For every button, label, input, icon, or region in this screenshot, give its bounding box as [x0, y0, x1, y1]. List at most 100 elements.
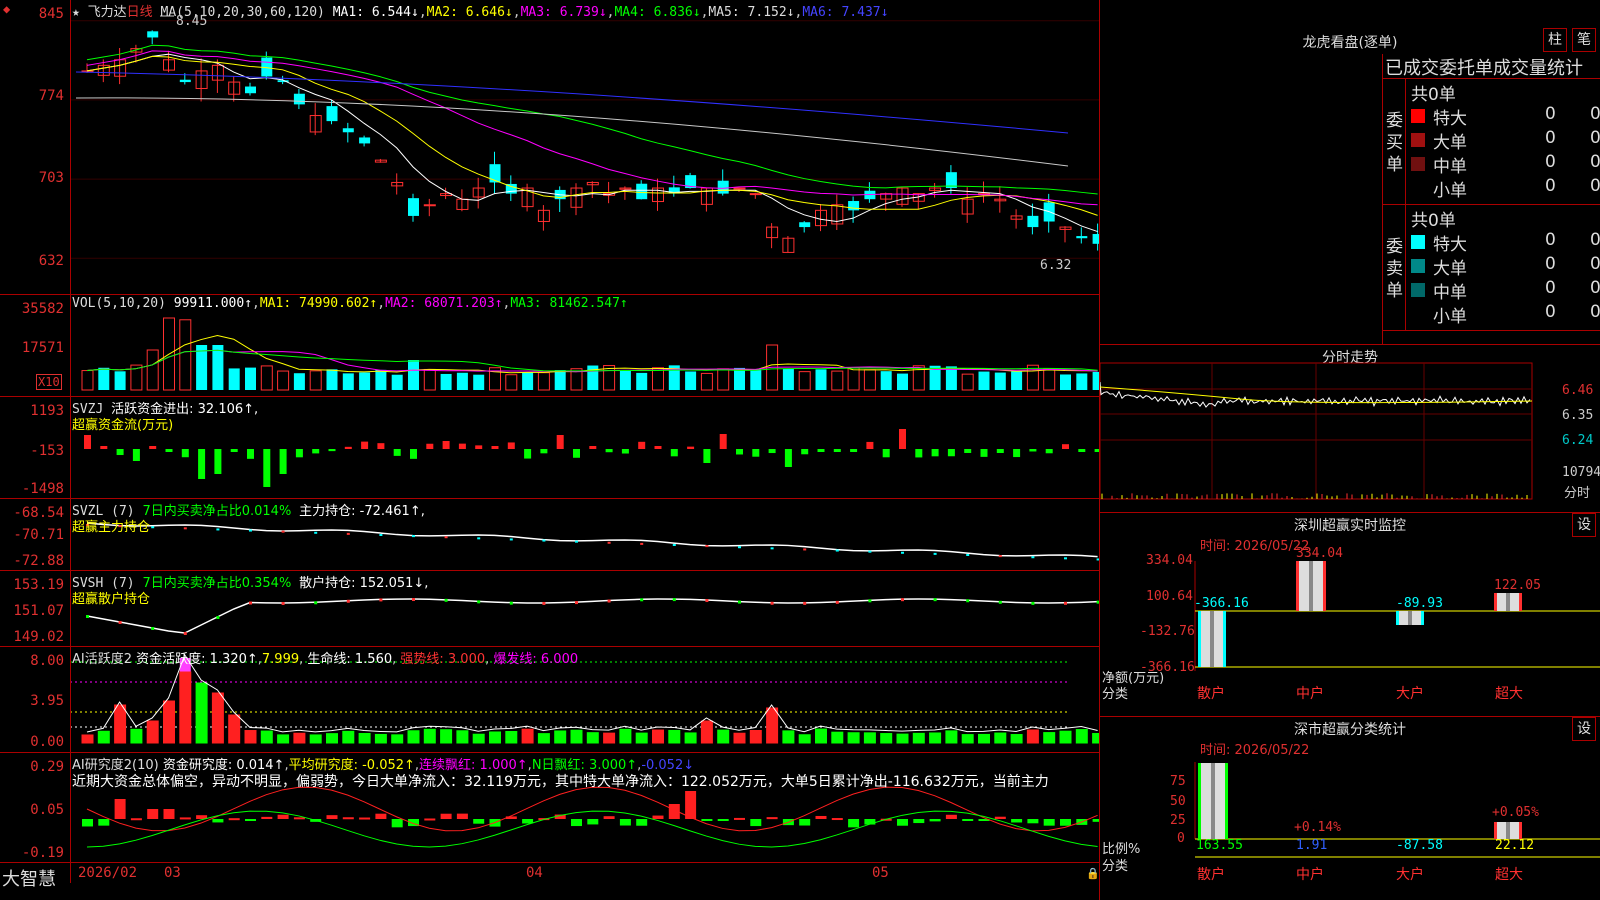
flow-bar [328, 449, 336, 452]
hold-tick [640, 542, 644, 545]
ai-research-panel[interactable]: 0.29 0.05 -0.19 AI研究度2(10) 资金研究度: 0.014↑… [0, 753, 1099, 863]
order-percent: 0% [1590, 104, 1600, 124]
bar-retail [1210, 611, 1214, 667]
research-bar [326, 815, 338, 819]
order-count: 0 [1545, 128, 1556, 148]
vol-ma2: MA2: 68071.203↑ [385, 296, 503, 311]
volume-bar [326, 369, 338, 390]
intraday-panel[interactable]: 分时走势 6.46 6.35 6.24 10794 分时 [1100, 345, 1600, 513]
order-divider [1382, 204, 1600, 205]
active-bar [815, 728, 827, 744]
buy-order-rows: 特大 0 0% 大单 0 0% 中单 0 0% 小单 0 0% [1405, 104, 1600, 204]
volume-bar [1043, 368, 1056, 391]
svzl-y-axis: -68.54 -70.71 -72.88 [0, 499, 71, 570]
period-label[interactable]: 日线 [127, 5, 153, 20]
stats-pct-super: +0.05% [1492, 805, 1539, 820]
volume-bar [897, 373, 908, 390]
bar-medium [1309, 561, 1313, 611]
volume-bar [652, 367, 664, 391]
lock-icon[interactable]: 🔒 [1086, 867, 1100, 880]
stock-name: 飞力达 [87, 5, 127, 20]
svzj-subtitle: 超赢资金流(万元) [72, 418, 174, 433]
active-bar [244, 730, 257, 744]
stats-value-medium: 1.91 [1296, 838, 1328, 853]
flow-bar [312, 449, 320, 454]
flow-bar [866, 441, 874, 449]
order-count: 0 [1545, 152, 1556, 172]
svsh-y-label: 149.02 [13, 629, 64, 645]
order-count: 0 [1545, 176, 1556, 196]
class-stats-panel[interactable]: 深市超赢分类统计 设 时间: 2026/05/22 75 50 25 0 比例%… [1100, 717, 1600, 900]
research-bar [1060, 819, 1071, 826]
svsh-panel[interactable]: 153.19 151.07 149.02 SVSH (7) 7日内买卖净占比0.… [0, 571, 1099, 647]
flow-bar [426, 443, 434, 449]
flow-bar [605, 449, 613, 453]
price-panel[interactable]: 845 774 703 632 ◆ ★ 飞力达日线 MA(5,10,20,30,… [0, 0, 1099, 295]
flow-bar [132, 449, 140, 461]
tick-view-button[interactable]: 笔 [1572, 28, 1596, 52]
intraday-chart[interactable] [1100, 345, 1600, 512]
order-size-label: 特大 [1433, 109, 1467, 129]
stats-cat-retail: 散户 [1197, 867, 1225, 883]
bar-view-button[interactable]: 柱 [1543, 28, 1567, 52]
svzj-panel[interactable]: 1193 -153 -1498 SVZJ 活跃资金进出: 32.106↑, 超赢… [0, 397, 1099, 499]
flow-bar [491, 446, 499, 449]
flow-bar [964, 449, 972, 453]
ma1-value: MA1: 6.544↓ [332, 5, 419, 20]
flow-bar [524, 449, 532, 459]
price-y-label: 632 [38, 253, 64, 269]
volume-bar [1026, 364, 1039, 391]
hold-tick [118, 621, 122, 624]
flow-bar [475, 445, 483, 449]
candle-body [326, 106, 338, 122]
ai-active-panel[interactable]: 8.00 3.95 0.00 AI活跃度2 资金活跃度: 1.320↑,7.99… [0, 647, 1099, 753]
research-bar [571, 819, 582, 827]
settings-diamond-icon[interactable]: ◆ [3, 2, 10, 16]
candle-body [489, 164, 501, 183]
stats-value-retail: 163.55 [1196, 838, 1243, 853]
volume-panel[interactable]: 35582 17571 X10 VOL(5,10,20) 99911.000↑,… [0, 295, 1099, 397]
svzl-panel[interactable]: -68.54 -70.71 -72.88 SVZL (7) 7日内买卖净占比0.… [0, 499, 1099, 571]
ma6-value: MA6: 7.437↓ [802, 5, 889, 20]
monitor-bar-chart[interactable] [1100, 513, 1600, 716]
hold-tick [1031, 556, 1035, 559]
volume-bar [831, 370, 844, 391]
monitor-cat-super: 超大 [1495, 686, 1523, 702]
ai-lifeline: 生命线: 1.560 [307, 652, 393, 667]
candlestick-chart[interactable] [0, 0, 1099, 294]
order-divider [1382, 78, 1600, 79]
svzl-pct: 7日内买卖净占比0.014% [142, 504, 292, 519]
svzl-hold: 主力持仓: -72.461↑, [299, 504, 425, 519]
monitor-cat-retail: 散户 [1197, 686, 1225, 702]
intraday-y-label: 6.46 [1562, 383, 1594, 398]
realtime-monitor-panel[interactable]: 深圳超赢实时监控 设 时间: 2026/05/22 334.04 100.64 … [1100, 513, 1600, 717]
flow-bar [947, 449, 955, 457]
hold-tick [379, 598, 383, 602]
res-y-label: -0.19 [21, 845, 64, 861]
flow-bar [263, 449, 271, 487]
candle-body [733, 187, 746, 190]
flow-bar [850, 449, 858, 452]
research-bar [603, 816, 615, 819]
flow-bar [361, 441, 369, 449]
hold-tick [542, 601, 546, 605]
monitor-class-label: 分类 [1102, 687, 1129, 702]
flow-bar [621, 449, 629, 454]
flow-bar [784, 449, 792, 467]
hold-tick [346, 599, 350, 603]
research-bar [114, 799, 126, 819]
monitor-value-medium: 334.04 [1296, 546, 1343, 561]
flow-bar [116, 449, 124, 456]
star-icon[interactable]: ★ [72, 5, 80, 20]
research-bar [994, 816, 1006, 819]
brand-label[interactable]: 大智慧 [2, 865, 56, 891]
order-stats-panel[interactable]: 龙虎看盘(逐单) 柱 笔 已成交委托单成交量统计 委买单 共0单 特大00%大单… [1100, 0, 1600, 345]
hold-tick [607, 599, 611, 603]
volume-bar [782, 368, 794, 390]
ai-active-header: AI活跃度2 资金活跃度: 1.320↑,7.999, 生命线: 1.560, … [72, 652, 579, 667]
volume-bar [146, 349, 159, 391]
time-label: 04 [526, 865, 543, 881]
candle-body [179, 79, 191, 83]
flow-bar [817, 449, 825, 452]
research-bar [766, 817, 778, 820]
